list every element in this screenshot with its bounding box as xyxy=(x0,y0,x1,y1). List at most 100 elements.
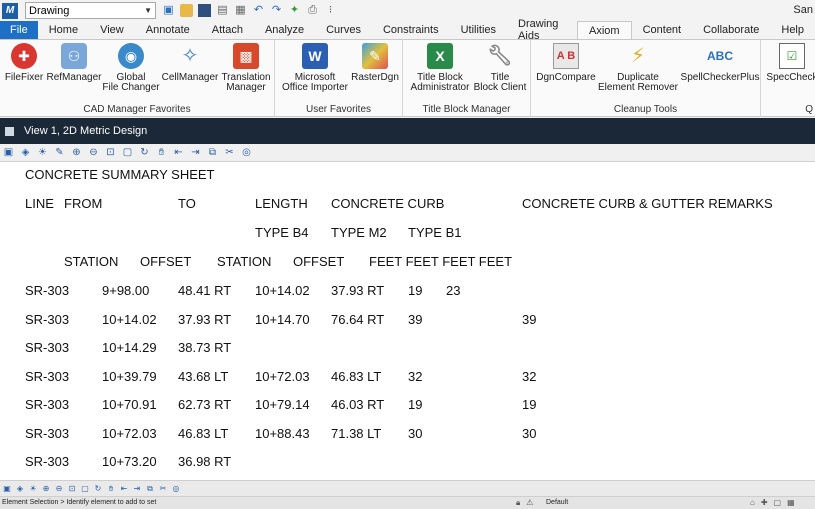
row-from-offset: 46.83 LT xyxy=(178,426,229,441)
tab-axiom[interactable]: Axiom xyxy=(577,21,632,39)
undo-icon[interactable]: ↶ xyxy=(252,4,265,17)
row-to-station: 10+79.14 xyxy=(255,397,310,412)
render-icon[interactable]: ☀ xyxy=(36,146,49,159)
accudraw-icon[interactable]: ▢ xyxy=(774,498,782,507)
refmanager-button[interactable]: ⚇ RefManager xyxy=(44,43,104,83)
tab-analyze[interactable]: Analyze xyxy=(254,21,315,39)
fit-view-icon[interactable]: ▢ xyxy=(80,484,90,494)
view-window-icon[interactable] xyxy=(5,126,14,136)
copy-view-icon[interactable]: ⧉ xyxy=(145,484,155,494)
dgncompare-button[interactable]: A B DgnCompare xyxy=(533,43,599,83)
user-name[interactable]: San xyxy=(793,4,813,16)
tab-attach[interactable]: Attach xyxy=(201,21,254,39)
redo-icon[interactable]: ↷ xyxy=(270,4,283,17)
customize-icon[interactable]: ⁝ xyxy=(324,4,337,17)
quick-access-toolbar: M Drawing ▼ ▣ ▤ ▦ ↶ ↷ ✦ ⎙ ⁝ San xyxy=(0,0,815,21)
app-logo-icon[interactable]: M xyxy=(2,2,18,19)
tab-file[interactable]: File xyxy=(0,21,38,39)
zoom-out-icon[interactable]: ⊖ xyxy=(87,146,100,159)
light-icon[interactable]: ☀ xyxy=(28,484,38,494)
row-feet-2: 23 xyxy=(446,283,461,298)
pan-view-icon[interactable]: ✋︎ xyxy=(155,146,168,159)
window-area-icon[interactable]: ⊡ xyxy=(104,146,117,159)
header-offset-to: OFFSET xyxy=(293,254,345,269)
cellmanager-button[interactable]: ✧ CellManager xyxy=(160,43,220,83)
view-toggle-icon[interactable]: ▣ xyxy=(162,4,175,17)
speccheck-button[interactable]: ☑ SpecCheck xyxy=(765,43,815,83)
row-from-station: 10+73.20 xyxy=(102,454,157,469)
active-level[interactable]: Default xyxy=(546,499,568,506)
dgncompare-icon: A B xyxy=(553,43,579,69)
row-feet-4: 19 xyxy=(522,397,537,412)
workflow-select[interactable]: Drawing ▼ xyxy=(25,2,156,19)
tab-collaborate[interactable]: Collaborate xyxy=(692,21,770,39)
zoom-in-icon[interactable]: ⊕ xyxy=(70,146,83,159)
tab-drawing-aids[interactable]: Drawing Aids xyxy=(507,18,577,42)
snap-icon[interactable]: ✚ xyxy=(761,498,768,507)
sheet-title: CONCRETE SUMMARY SHEET xyxy=(25,167,215,182)
camera-icon[interactable]: ◎ xyxy=(240,146,253,159)
title-block-administrator-button[interactable]: X Title Block Administrator xyxy=(405,43,475,93)
clip-volume-icon[interactable]: ✂ xyxy=(223,146,236,159)
rasterdgn-button[interactable]: ✎ RasterDgn xyxy=(349,43,401,83)
filefixer-button[interactable]: ✚ FileFixer xyxy=(4,43,44,83)
window-area-icon[interactable]: ⊡ xyxy=(67,484,77,494)
group-user-favorites: W Microsoft Office Importer ✎ RasterDgn … xyxy=(275,40,403,117)
clip-icon[interactable]: ✂ xyxy=(158,484,168,494)
tab-constraints[interactable]: Constraints xyxy=(372,21,450,39)
display-style-icon[interactable]: ◈ xyxy=(19,146,32,159)
tab-utilities[interactable]: Utilities xyxy=(450,21,507,39)
translation-manager-button[interactable]: ▩ Translation Manager xyxy=(218,43,274,93)
camera-icon[interactable]: ◎ xyxy=(171,484,181,494)
global-file-changer-button[interactable]: ◉ Global File Changer xyxy=(102,43,160,93)
rotate-view-icon[interactable]: ↻ xyxy=(138,146,151,159)
tab-curves[interactable]: Curves xyxy=(315,21,372,39)
display-icon[interactable]: ◈ xyxy=(15,484,25,494)
tab-home[interactable]: Home xyxy=(38,21,89,39)
office-importer-button[interactable]: W Microsoft Office Importer xyxy=(279,43,351,93)
spellcheckerplus-button[interactable]: ABC SpellCheckerPlus xyxy=(679,43,761,83)
row-line: SR-303 xyxy=(25,340,70,355)
group-title-block-manager: X Title Block Administrator 🔧︎ Title Blo… xyxy=(403,40,531,117)
view-next-icon[interactable]: ⇥ xyxy=(189,146,202,159)
title-block-client-button[interactable]: 🔧︎ Title Block Client xyxy=(471,43,529,93)
rotate-icon[interactable]: ↻ xyxy=(93,484,103,494)
header-length: LENGTH xyxy=(255,196,308,211)
pan-icon[interactable]: ✋︎ xyxy=(106,484,116,494)
save-icon[interactable] xyxy=(198,4,211,17)
row-from-station: 9+98.00 xyxy=(102,283,150,298)
print-icon[interactable]: ⎙ xyxy=(306,4,319,17)
drawing-canvas[interactable]: CONCRETE SUMMARY SHEET LINE FROM TO LENG… xyxy=(0,162,815,480)
tab-help[interactable]: Help xyxy=(770,21,815,39)
home-icon[interactable]: ⌂ xyxy=(750,498,755,507)
next-icon[interactable]: ⇥ xyxy=(132,484,142,494)
grid-icon[interactable]: ▦ xyxy=(787,498,795,507)
lock-icon[interactable]: 🔒︎ xyxy=(516,498,520,508)
speccheck-icon: ☑ xyxy=(779,43,805,69)
row-to-station: 10+72.03 xyxy=(255,369,310,384)
view-attributes-icon[interactable]: ▣ xyxy=(2,146,15,159)
header-remarks: CONCRETE CURB & GUTTER REMARKS xyxy=(522,196,773,211)
title-block-administrator-icon: X xyxy=(427,43,453,69)
previous-icon[interactable]: ⇤ xyxy=(119,484,129,494)
zoom-out-icon[interactable]: ⊖ xyxy=(54,484,64,494)
duplicate-element-remover-icon: ⚡︎ xyxy=(630,45,646,67)
tab-annotate[interactable]: Annotate xyxy=(135,21,201,39)
group-label: Cleanup Tools xyxy=(613,104,678,115)
view-previous-icon[interactable]: ⇤ xyxy=(172,146,185,159)
fit-view-icon[interactable]: ▢ xyxy=(121,146,134,159)
tab-content[interactable]: Content xyxy=(632,21,693,39)
zoom-in-icon[interactable]: ⊕ xyxy=(41,484,51,494)
save-all-icon[interactable]: ▤ xyxy=(216,4,229,17)
open-folder-icon[interactable] xyxy=(180,4,193,17)
status-prompt: Element Selection > Identify element to … xyxy=(2,499,157,506)
warning-icon[interactable]: ⚠ xyxy=(526,498,533,508)
duplicate-element-remover-button[interactable]: ⚡︎ Duplicate Element Remover xyxy=(597,43,679,93)
pin-icon[interactable]: ✦ xyxy=(288,4,301,17)
tab-view[interactable]: View xyxy=(89,21,135,39)
view-control-icon[interactable]: ▣ xyxy=(2,484,12,494)
update-view-icon[interactable]: ✎ xyxy=(53,146,66,159)
print-preview-icon[interactable]: ▦ xyxy=(234,4,247,17)
header-feet: FEET FEET FEET FEET xyxy=(369,254,513,269)
copy-view-icon[interactable]: ⧉ xyxy=(206,146,219,159)
